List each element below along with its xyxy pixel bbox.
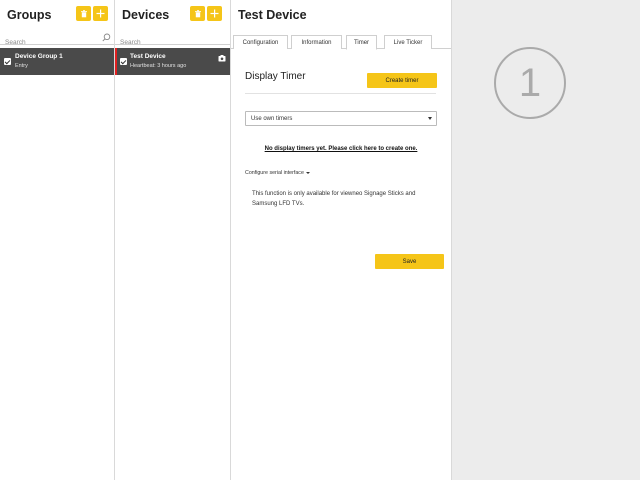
add-device-button[interactable] [207, 6, 222, 21]
add-group-button[interactable] [93, 6, 108, 21]
devices-panel: Devices Test Device Heartbeat: 3 hours a… [115, 0, 231, 480]
save-button[interactable]: Save [375, 254, 444, 269]
trash-icon [194, 10, 201, 18]
groups-title: Groups [7, 8, 52, 22]
delete-group-button[interactable] [76, 6, 91, 21]
group-list-item[interactable]: Device Group 1 Entry [0, 48, 114, 75]
step-panel: 1 [452, 0, 640, 480]
devices-header: Devices [115, 0, 230, 30]
timer-tab-content: Display Timer Create timer Use own timer… [231, 49, 451, 480]
device-checkbox[interactable] [120, 58, 127, 65]
search-icon[interactable] [102, 33, 111, 42]
device-detail-title: Test Device [238, 8, 307, 22]
groups-search [0, 31, 114, 49]
configure-serial-toggle[interactable]: Configure serial interface [245, 170, 310, 176]
group-checkbox[interactable] [4, 58, 11, 65]
device-icon [218, 55, 226, 62]
plus-icon [210, 9, 219, 18]
tab-information[interactable]: Information [291, 35, 342, 49]
device-item-title: Test Device [130, 53, 166, 60]
timer-mode-select[interactable]: Use own timers [245, 111, 437, 126]
tab-bar: Configuration Information Timer Live Tic… [231, 35, 451, 50]
timer-mode-value: Use own timers [251, 115, 293, 122]
tab-live-ticker[interactable]: Live Ticker [384, 35, 432, 49]
device-item-subtitle: Heartbeat: 3 hours ago [130, 63, 187, 69]
tab-timer[interactable]: Timer [346, 35, 377, 50]
section-divider [245, 93, 436, 94]
device-detail-panel: Test Device Configuration Information Ti… [231, 0, 452, 480]
configure-serial-label: Configure serial interface [245, 170, 304, 176]
serial-info-text: This function is only available for view… [252, 191, 416, 207]
group-item-title: Device Group 1 [15, 53, 63, 60]
devices-search [115, 31, 230, 49]
device-status-marker [115, 48, 117, 75]
create-timer-button[interactable]: Create timer [367, 73, 437, 88]
plus-icon [96, 9, 105, 18]
create-timer-link[interactable]: No display timers yet. Please click here… [245, 146, 437, 152]
tab-configuration[interactable]: Configuration [233, 35, 288, 49]
device-detail-header: Test Device [231, 0, 451, 30]
caret-down-icon [428, 117, 432, 120]
groups-panel: Groups Device Group 1 Entry [0, 0, 115, 480]
caret-down-icon [305, 171, 310, 174]
delete-device-button[interactable] [190, 6, 205, 21]
group-item-subtitle: Entry [15, 63, 28, 69]
step-number-badge: 1 [494, 47, 566, 119]
device-list-item[interactable]: Test Device Heartbeat: 3 hours ago [115, 48, 230, 75]
devices-title: Devices [122, 8, 170, 22]
trash-icon [80, 10, 87, 18]
section-title: Display Timer [245, 71, 306, 82]
groups-header: Groups [0, 0, 114, 30]
